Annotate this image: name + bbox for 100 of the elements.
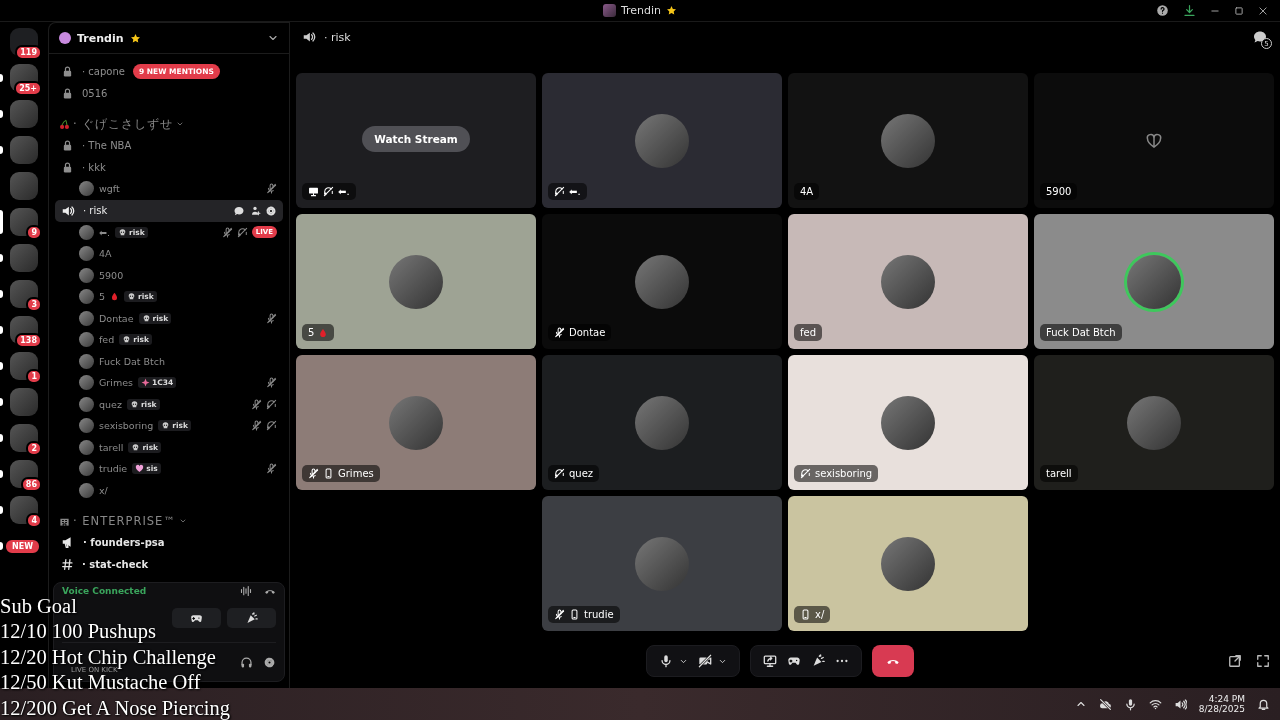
chat-icon[interactable] <box>1252 29 1268 45</box>
participant-name: sexisboring <box>815 468 873 479</box>
clock[interactable]: 4:24 PM 8/28/2025 <box>1198 694 1245 714</box>
add-person-icon[interactable] <box>249 204 261 217</box>
fullscreen-icon[interactable] <box>1256 654 1270 668</box>
camera-button[interactable] <box>698 654 727 668</box>
voice-status[interactable]: Voice Connected <box>62 586 147 596</box>
category-name[interactable]: · ENTERPRISE™ <box>73 514 176 528</box>
help-icon[interactable] <box>1156 4 1169 17</box>
member-name[interactable]: Dontae <box>99 312 134 324</box>
speaker-icon <box>302 30 316 44</box>
pop-out-icon[interactable] <box>1228 654 1242 668</box>
member-avatar <box>79 267 94 283</box>
participant-tile[interactable]: fed <box>788 214 1028 349</box>
blood-drop-icon <box>318 327 329 338</box>
member-name[interactable]: ⬅. <box>99 226 110 238</box>
participant-tile[interactable]: ⬅. <box>542 73 782 208</box>
member-name[interactable]: quez <box>99 398 122 410</box>
screen-share-icon[interactable] <box>763 654 777 668</box>
mic-button[interactable] <box>659 654 688 668</box>
member-name[interactable]: trudie <box>99 463 128 475</box>
participant-tile[interactable]: Grimes <box>296 355 536 490</box>
watch-stream-button[interactable]: Watch Stream <box>362 126 470 152</box>
participant-tile[interactable]: x/ <box>788 496 1028 631</box>
member-name[interactable]: 4A <box>99 248 112 260</box>
server-icon[interactable] <box>10 496 38 524</box>
participant-tile[interactable]: Dontae <box>542 214 782 349</box>
member-name[interactable]: fed <box>99 334 115 346</box>
server-icon[interactable] <box>10 280 38 308</box>
server-icon[interactable] <box>10 352 38 380</box>
member-avatar <box>79 332 94 348</box>
soundboard-icon <box>245 611 258 625</box>
member-name[interactable]: wgft <box>99 183 120 195</box>
heart-icon <box>135 464 145 474</box>
muted-mic-icon <box>251 420 262 432</box>
close-icon[interactable] <box>1258 5 1268 16</box>
disconnect-button[interactable] <box>872 645 914 677</box>
member-name[interactable]: 5900 <box>99 269 124 281</box>
unread-badge: 1 <box>26 369 42 384</box>
settings-icon[interactable] <box>265 204 277 217</box>
noise-wave-icon[interactable] <box>240 585 252 597</box>
participant-tile[interactable]: sexisboring <box>788 355 1028 490</box>
participant-tile[interactable]: 5900 <box>1034 73 1274 208</box>
member-name[interactable]: sexisboring <box>99 420 154 432</box>
channel-item[interactable]: 0516 <box>55 82 283 104</box>
participant-tile[interactable]: 4A <box>788 73 1028 208</box>
channel-item[interactable]: · founders-psa <box>55 531 283 553</box>
screen-icon <box>308 186 319 197</box>
notification-icon[interactable] <box>1257 697 1270 711</box>
settings-icon[interactable] <box>263 655 276 669</box>
maximize-icon[interactable] <box>1234 5 1244 16</box>
server-name[interactable]: Trendin <box>77 31 124 45</box>
server-icon[interactable] <box>10 208 38 236</box>
soundboard-icon[interactable] <box>811 654 825 668</box>
participant-tile[interactable]: tarell <box>1034 355 1274 490</box>
participant-name: 4A <box>800 186 814 197</box>
unread-badge: 25+ <box>14 81 42 96</box>
member-name[interactable]: Fuck Dat Btch <box>99 355 166 367</box>
participant-tile[interactable]: trudie <box>542 496 782 631</box>
channel-item[interactable]: · risk <box>55 199 283 222</box>
wifi-icon[interactable] <box>1148 697 1162 711</box>
download-icon[interactable] <box>1183 4 1196 17</box>
member-name[interactable]: tarell <box>99 441 124 453</box>
muted-mic-icon <box>266 377 277 389</box>
participant-tile[interactable]: quez <box>542 355 782 490</box>
activity-button[interactable] <box>172 608 221 628</box>
chat-icon[interactable] <box>233 204 245 217</box>
soundboard-button[interactable] <box>227 608 276 628</box>
muted-mic-icon <box>554 609 565 620</box>
participant-name: Fuck Dat Btch <box>1046 327 1116 338</box>
participant-tile[interactable]: Watch Stream ⬅. <box>296 73 536 208</box>
channel-item[interactable]: · stat-check <box>55 553 283 575</box>
member-avatar <box>79 375 94 391</box>
participant-tile[interactable]: Fuck Dat Btch <box>1034 214 1274 349</box>
unread-badge: 3 <box>26 297 42 312</box>
mic-icon[interactable] <box>1123 697 1137 711</box>
phone-icon <box>800 609 811 620</box>
lock-icon <box>61 86 74 100</box>
channel-item[interactable]: · The NBA <box>55 134 283 156</box>
participant-name: fed <box>800 327 817 338</box>
volume-icon[interactable] <box>1173 697 1187 711</box>
deafened-icon <box>266 420 277 432</box>
app-icon <box>602 4 616 17</box>
channel-item[interactable]: · kkk <box>55 156 283 178</box>
member-name[interactable]: 5 <box>99 291 106 303</box>
member-avatar <box>79 461 94 477</box>
category-name[interactable]: · ぐげこさしずせ <box>73 116 174 132</box>
participant-tile[interactable]: 5 <box>296 214 536 349</box>
muted-mic-icon <box>266 312 277 324</box>
member-name[interactable]: x/ <box>99 484 108 496</box>
server-icon[interactable] <box>10 460 38 488</box>
unread-badge: 119 <box>15 45 42 60</box>
deafened-icon <box>554 186 565 197</box>
member-name[interactable]: Grimes <box>99 377 133 389</box>
cloud-off-icon[interactable] <box>1098 697 1112 711</box>
participant-name: 5900 <box>1046 186 1072 197</box>
muted-mic-icon <box>266 183 277 195</box>
headphones-icon[interactable] <box>240 655 253 669</box>
new-badge: NEW <box>4 538 41 555</box>
server-icon[interactable] <box>10 424 38 452</box>
